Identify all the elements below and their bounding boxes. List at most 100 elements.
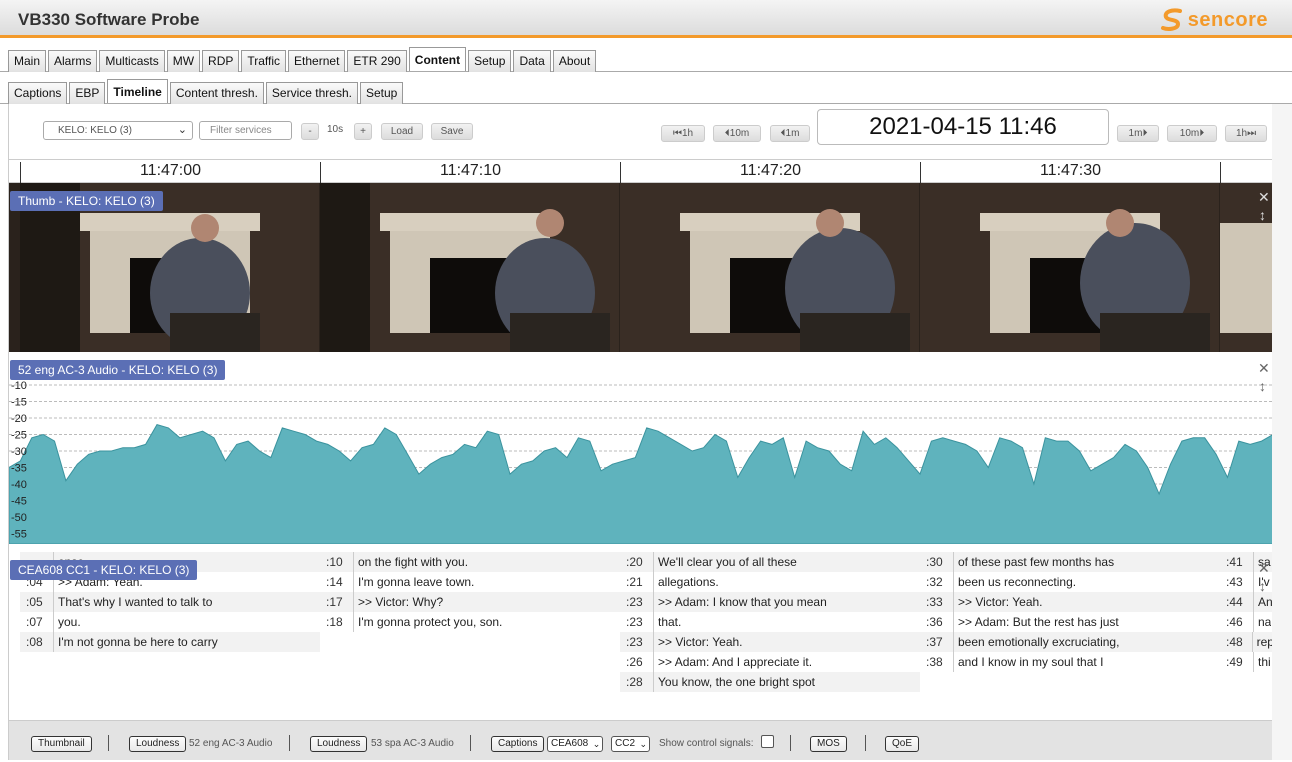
time-label-partial bbox=[1220, 162, 1272, 184]
tab-setup[interactable]: Setup bbox=[468, 50, 512, 72]
caption-time: :49 bbox=[1220, 652, 1254, 672]
subtab-service-thresh[interactable]: Service thresh. bbox=[265, 82, 358, 104]
load-button[interactable]: Load bbox=[381, 123, 423, 140]
caption-row[interactable]: :10 on the fight with you. bbox=[320, 552, 620, 572]
fwd-1m-label: 1m bbox=[1128, 128, 1143, 139]
loudness-spa-button[interactable]: Loudness bbox=[310, 736, 368, 752]
caption-time: :32 bbox=[920, 572, 954, 592]
resize-icon[interactable]: ↕ bbox=[1259, 207, 1266, 223]
subtab-setup[interactable]: Setup bbox=[359, 82, 404, 104]
captions-button[interactable]: Captions bbox=[491, 736, 545, 752]
tab-multicasts[interactable]: Multicasts bbox=[99, 50, 165, 72]
cea-select-value: CEA608 bbox=[551, 738, 589, 749]
caption-row[interactable]: :14 I'm gonna leave town. bbox=[320, 572, 620, 592]
caption-time: :33 bbox=[920, 592, 954, 612]
caption-row[interactable]: :20 We'll clear you of all these bbox=[620, 552, 920, 572]
current-datetime[interactable]: 2021-04-15 11:46 bbox=[817, 109, 1109, 145]
caption-time: :38 bbox=[920, 652, 954, 672]
thumbnail-button[interactable]: Thumbnail bbox=[31, 736, 92, 752]
tab-about[interactable]: About bbox=[552, 50, 597, 72]
separator bbox=[108, 735, 109, 751]
caption-row[interactable]: :17 >> Victor: Why? bbox=[320, 592, 620, 612]
subtab-timeline[interactable]: Timeline bbox=[107, 79, 168, 103]
caption-row[interactable]: :23 that. bbox=[620, 612, 920, 632]
subtab-ebp[interactable]: EBP bbox=[69, 82, 106, 104]
caption-time: :36 bbox=[920, 612, 954, 632]
step-forward-icon: ⏵ bbox=[1142, 128, 1148, 139]
tab-alarms[interactable]: Alarms bbox=[48, 50, 98, 72]
caption-row[interactable]: :32 been us reconnecting. bbox=[920, 572, 1220, 592]
zoom-out-button[interactable]: - bbox=[301, 123, 319, 140]
y-axis-label: -15 bbox=[11, 397, 27, 409]
video-thumbnail[interactable] bbox=[920, 183, 1219, 352]
cc-select[interactable]: CC2 ⌄ bbox=[611, 736, 651, 752]
qoe-button[interactable]: QoE bbox=[885, 736, 920, 752]
caption-text: been us reconnecting. bbox=[958, 575, 1077, 589]
caption-row[interactable]: :05 That's why I wanted to talk to bbox=[20, 592, 320, 612]
caption-row[interactable]: :08 I'm not gonna be here to carry bbox=[20, 632, 320, 652]
caption-text: allegations. bbox=[658, 575, 719, 589]
resize-icon[interactable]: ↕ bbox=[1259, 578, 1266, 594]
tab-traffic[interactable]: Traffic bbox=[241, 50, 287, 72]
fwd-1h-button[interactable]: 1h⏭ bbox=[1225, 125, 1267, 142]
close-icon[interactable]: ✕ bbox=[1258, 560, 1270, 577]
subtab-content-thresh[interactable]: Content thresh. bbox=[169, 82, 264, 104]
back-1m-button[interactable]: ⏴1m bbox=[770, 125, 810, 142]
video-thumbnail[interactable] bbox=[320, 183, 619, 352]
y-axis-label: -50 bbox=[11, 512, 27, 524]
app-header: VB330 Software Probe sencore bbox=[0, 0, 1292, 38]
logo-text: sencore bbox=[1187, 8, 1268, 31]
fwd-10m-button[interactable]: 10m⏵ bbox=[1167, 125, 1217, 142]
tab-rdp[interactable]: RDP bbox=[202, 50, 240, 72]
caption-time: :14 bbox=[320, 572, 354, 592]
tab-content[interactable]: Content bbox=[408, 47, 467, 71]
close-icon[interactable]: ✕ bbox=[1258, 189, 1270, 206]
caption-row[interactable]: :46 na bbox=[1220, 612, 1272, 632]
caption-track: ense.:04>> Adam: Yeah.:05That's why I wa… bbox=[9, 552, 1272, 722]
audio-loudness-graph: -10 -15 -20 -25 -30 -35 -40 -45 -50 -55 bbox=[9, 380, 1272, 545]
time-label: 11:47:30 bbox=[920, 162, 1220, 184]
time-ruler: 11:47:00 11:47:10 11:47:20 11:47:30 bbox=[9, 159, 1272, 184]
fwd-1m-button[interactable]: 1m⏵ bbox=[1117, 125, 1159, 142]
caption-time: :28 bbox=[620, 672, 654, 692]
loudness-eng-button[interactable]: Loudness bbox=[129, 736, 187, 752]
show-control-signals-checkbox[interactable] bbox=[761, 735, 774, 748]
caption-row[interactable]: :18 I'm gonna protect you, son. bbox=[320, 612, 620, 632]
zoom-in-button[interactable]: + bbox=[354, 123, 372, 140]
cea-select[interactable]: CEA608 ⌄ bbox=[547, 736, 604, 752]
caption-row[interactable]: :48rep bbox=[1220, 632, 1272, 652]
tab-data[interactable]: Data bbox=[513, 50, 551, 72]
back-10m-button[interactable]: ⏴10m bbox=[713, 125, 761, 142]
subtab-captions[interactable]: Captions bbox=[8, 82, 68, 104]
caption-row[interactable]: :23 >> Victor: Yeah. bbox=[620, 632, 920, 652]
loudness-eng-desc: 52 eng AC-3 Audio bbox=[189, 738, 273, 749]
thumb-track-label: Thumb - KELO: KELO (3) bbox=[10, 191, 163, 211]
caption-row[interactable]: :33 >> Victor: Yeah. bbox=[920, 592, 1220, 612]
caption-row[interactable]: :28 You know, the one bright spot bbox=[620, 672, 920, 692]
caption-row[interactable]: :21 allegations. bbox=[620, 572, 920, 592]
close-icon[interactable]: ✕ bbox=[1258, 360, 1270, 377]
caption-row[interactable]: :44 An bbox=[1220, 592, 1272, 612]
video-thumbnail[interactable] bbox=[620, 183, 919, 352]
service-select[interactable]: KELO: KELO (3) ⌄ bbox=[43, 121, 193, 140]
main-tabs: Main Alarms Multicasts MW RDP Traffic Ethernet… bbox=[8, 47, 598, 72]
caption-row[interactable]: :30 of these past few months has bbox=[920, 552, 1220, 572]
caption-row[interactable]: :36 >> Adam: But the rest has just bbox=[920, 612, 1220, 632]
tab-etr-290[interactable]: ETR 290 bbox=[347, 50, 407, 72]
caption-row[interactable]: :23 >> Adam: I know that you mean bbox=[620, 592, 920, 612]
tab-main[interactable]: Main bbox=[8, 50, 47, 72]
back-1h-button[interactable]: ⏮1h bbox=[661, 125, 705, 142]
scrollbar[interactable] bbox=[1272, 104, 1292, 760]
caption-row[interactable]: :38 and I know in my soul that I bbox=[920, 652, 1220, 672]
resize-icon[interactable]: ↕ bbox=[1259, 378, 1266, 394]
caption-time: :37 bbox=[920, 632, 954, 652]
caption-row[interactable]: :26 >> Adam: And I appreciate it. bbox=[620, 652, 920, 672]
save-button[interactable]: Save bbox=[431, 123, 473, 140]
caption-row[interactable]: :37 been emotionally excruciating, bbox=[920, 632, 1220, 652]
tab-mw[interactable]: MW bbox=[166, 50, 201, 72]
mos-button[interactable]: MOS bbox=[810, 736, 847, 752]
caption-row[interactable]: :49 thi bbox=[1220, 652, 1272, 672]
filter-services-input[interactable]: Filter services bbox=[199, 121, 292, 140]
caption-row[interactable]: :07 you. bbox=[20, 612, 320, 632]
tab-ethernet[interactable]: Ethernet bbox=[288, 50, 346, 72]
